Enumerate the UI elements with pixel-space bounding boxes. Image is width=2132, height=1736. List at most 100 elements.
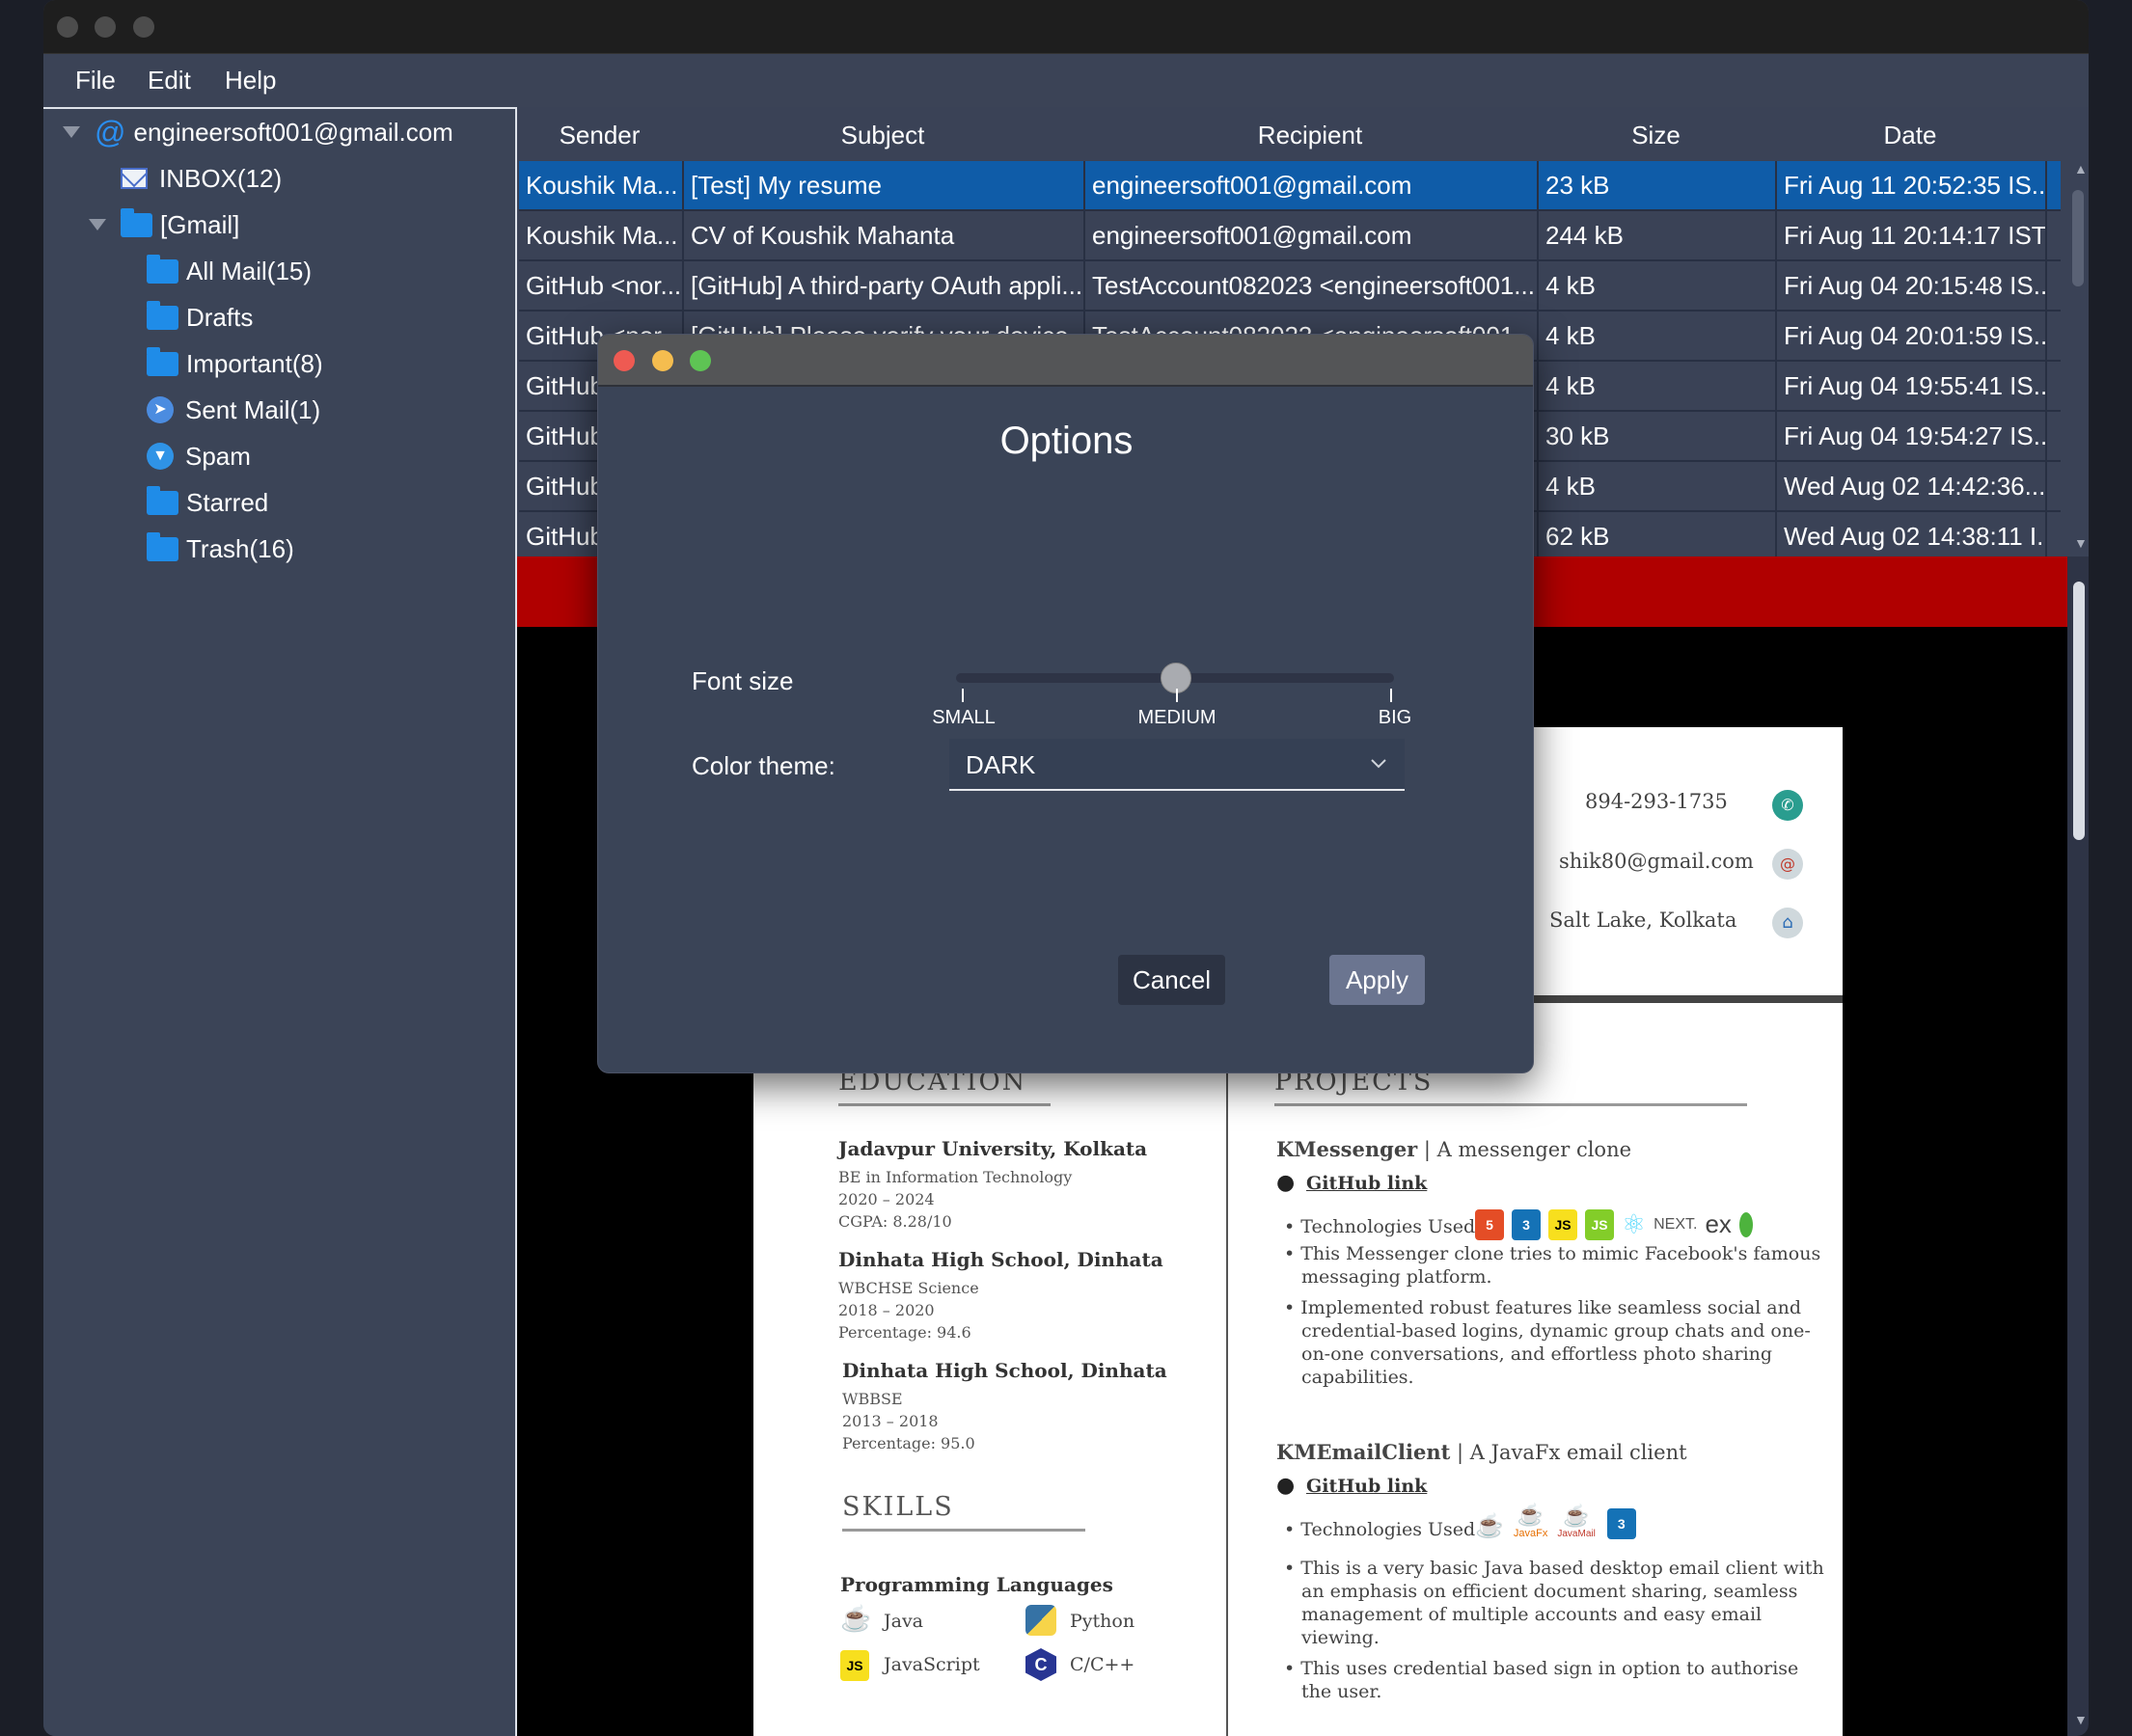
cell-size: 62 kB — [1539, 512, 1777, 560]
menu-edit[interactable]: Edit — [148, 66, 191, 95]
zoom-window-button[interactable] — [133, 16, 154, 38]
slider-tick — [1176, 689, 1178, 702]
tree-drafts[interactable]: Drafts — [147, 298, 253, 337]
cell-recipient: engineersoft001@gmail.com — [1085, 161, 1539, 209]
tree-all-mail[interactable]: All Mail(15) — [147, 252, 312, 290]
color-theme-value: DARK — [966, 750, 1036, 779]
slider-tick — [1390, 689, 1392, 702]
cell-subject: [GitHub] A third-party OAuth appli... — [684, 261, 1085, 310]
dialog-title-bar — [598, 335, 1533, 387]
table-scroll-thumb[interactable] — [2072, 190, 2084, 286]
title-bar — [43, 0, 2089, 54]
tree-gmail[interactable]: [Gmail] — [121, 205, 239, 244]
cell-subject: [Test] My resume — [684, 161, 1085, 209]
css3-icon: 3 — [1606, 1508, 1636, 1539]
edu1-grade: CGPA: 8.28/10 — [838, 1212, 952, 1231]
cell-date: Fri Aug 04 19:54:27 IS... — [1777, 412, 2047, 460]
dialog-close-button[interactable] — [614, 350, 635, 371]
close-window-button[interactable] — [57, 16, 78, 38]
cell-size: 4 kB — [1539, 261, 1777, 310]
menu-file[interactable]: File — [75, 66, 116, 95]
project1-title: KMessenger | A messenger clone — [1276, 1137, 1632, 1161]
edu3-years: 2013 – 2018 — [842, 1412, 939, 1430]
scroll-down-icon[interactable]: ▼ — [2074, 1712, 2088, 1727]
column-header-recipient[interactable]: Recipient — [1083, 121, 1537, 150]
tree-trash-label: Trash(16) — [186, 533, 294, 563]
tree-starred[interactable]: Starred — [147, 483, 268, 522]
folder-tree: @ engineersoft001@gmail.com INBOX(12) [G… — [43, 107, 517, 1736]
cell-date: Fri Aug 11 20:14:17 IST... — [1777, 211, 2047, 259]
resume-email: shik80@gmail.com — [1559, 850, 1754, 873]
column-header-date[interactable]: Date — [1775, 121, 2045, 150]
tree-inbox[interactable]: INBOX(12) — [121, 159, 282, 198]
cell-recipient: TestAccount082023 <engineersoft001... — [1085, 261, 1539, 310]
apply-button[interactable]: Apply — [1329, 955, 1425, 1005]
menu-help[interactable]: Help — [225, 66, 276, 95]
cell-date: Wed Aug 02 14:42:36... — [1777, 462, 2047, 510]
cell-size: 4 kB — [1539, 312, 1777, 360]
java-icon: ☕ — [1475, 1512, 1504, 1539]
resume-column-divider — [1226, 1003, 1228, 1736]
skills-heading: SKILLS — [842, 1492, 954, 1522]
column-header-size[interactable]: Size — [1537, 121, 1775, 150]
font-size-slider[interactable] — [956, 663, 1394, 693]
preview-scroll-thumb[interactable] — [2073, 582, 2085, 840]
tree-sent-label: Sent Mail(1) — [185, 394, 321, 424]
tree-sent[interactable]: ➤ Sent Mail(1) — [147, 391, 320, 429]
tree-all-mail-label: All Mail(15) — [186, 256, 313, 285]
tick-label-big: BIG — [1378, 707, 1412, 728]
table-row[interactable]: GitHub <nor... [GitHub] A third-party OAu… — [519, 261, 2061, 312]
envelope-icon — [121, 168, 148, 189]
project2-github-link[interactable]: GitHub link — [1306, 1476, 1427, 1497]
table-header: Sender Subject Recipient Size Date — [517, 107, 2089, 161]
github-icon: ● — [1276, 1474, 1296, 1498]
edu2-degree: WBCHSE Science — [838, 1279, 979, 1297]
project1-github-link[interactable]: GitHub link — [1306, 1173, 1427, 1194]
edu3-school: Dinhata High School, Dinhata — [842, 1359, 1167, 1382]
cell-subject: CV of Koushik Mahanta — [684, 211, 1085, 259]
folder-icon — [147, 254, 178, 284]
express-icon: ex — [1705, 1209, 1732, 1238]
options-dialog: Options Font size SMALL MEDIUM BIG Color… — [597, 334, 1534, 1073]
tree-inbox-label: INBOX(12) — [159, 163, 283, 193]
project1-tech-icons: 5 3 JS JS ⚛ NEXT. ex — [1475, 1208, 1753, 1240]
tree-important[interactable]: Important(8) — [147, 344, 323, 383]
table-scrollbar[interactable]: ▲ ▼ — [2067, 161, 2089, 556]
column-header-sender[interactable]: Sender — [517, 121, 682, 150]
tree-starred-label: Starred — [186, 487, 269, 517]
slider-tick — [962, 689, 964, 702]
column-header-subject[interactable]: Subject — [682, 121, 1083, 150]
cell-recipient: engineersoft001@gmail.com — [1085, 211, 1539, 259]
folder-icon — [147, 485, 178, 515]
color-theme-select[interactable]: DARK — [949, 739, 1405, 791]
scroll-down-icon[interactable]: ▼ — [2074, 535, 2088, 551]
table-row[interactable]: Koushik Ma... CV of Koushik Mahanta engine… — [519, 211, 2061, 261]
preview-scrollbar[interactable]: ▼ — [2067, 556, 2089, 1736]
resume-phone: 894-293-1735 — [1585, 790, 1728, 813]
minimize-window-button[interactable] — [95, 16, 116, 38]
spam-icon: ▼ — [147, 443, 174, 470]
collapse-caret-icon[interactable] — [63, 126, 80, 138]
dialog-minimize-button[interactable] — [652, 350, 673, 371]
at-sign-icon: @ — [95, 114, 126, 149]
cell-date: Fri Aug 11 20:52:35 IS... — [1777, 161, 2047, 209]
tree-account[interactable]: @ engineersoft001@gmail.com — [95, 113, 453, 151]
tree-drafts-label: Drafts — [186, 302, 254, 332]
cell-size: 4 kB — [1539, 462, 1777, 510]
table-row[interactable]: Koushik Ma... [Test] My resume engineersof… — [519, 161, 2061, 211]
tree-trash[interactable]: Trash(16) — [147, 529, 294, 568]
cell-size: 244 kB — [1539, 211, 1777, 259]
collapse-caret-icon[interactable] — [89, 219, 106, 231]
project2-title: KMEmailClient | A JavaFx email client — [1276, 1440, 1687, 1464]
folder-icon — [121, 207, 152, 237]
skill-cpp: C/C++ — [1070, 1654, 1135, 1675]
cell-size: 23 kB — [1539, 161, 1777, 209]
cell-size: 30 kB — [1539, 412, 1777, 460]
scroll-up-icon[interactable]: ▲ — [2074, 161, 2088, 176]
cell-date: Fri Aug 04 20:15:48 IS... — [1777, 261, 2047, 310]
tree-spam[interactable]: ▼ Spam — [147, 437, 251, 475]
folder-icon — [147, 300, 178, 330]
dialog-zoom-button[interactable] — [690, 350, 711, 371]
cancel-button[interactable]: Cancel — [1118, 955, 1225, 1005]
education-underline — [838, 1103, 1051, 1106]
